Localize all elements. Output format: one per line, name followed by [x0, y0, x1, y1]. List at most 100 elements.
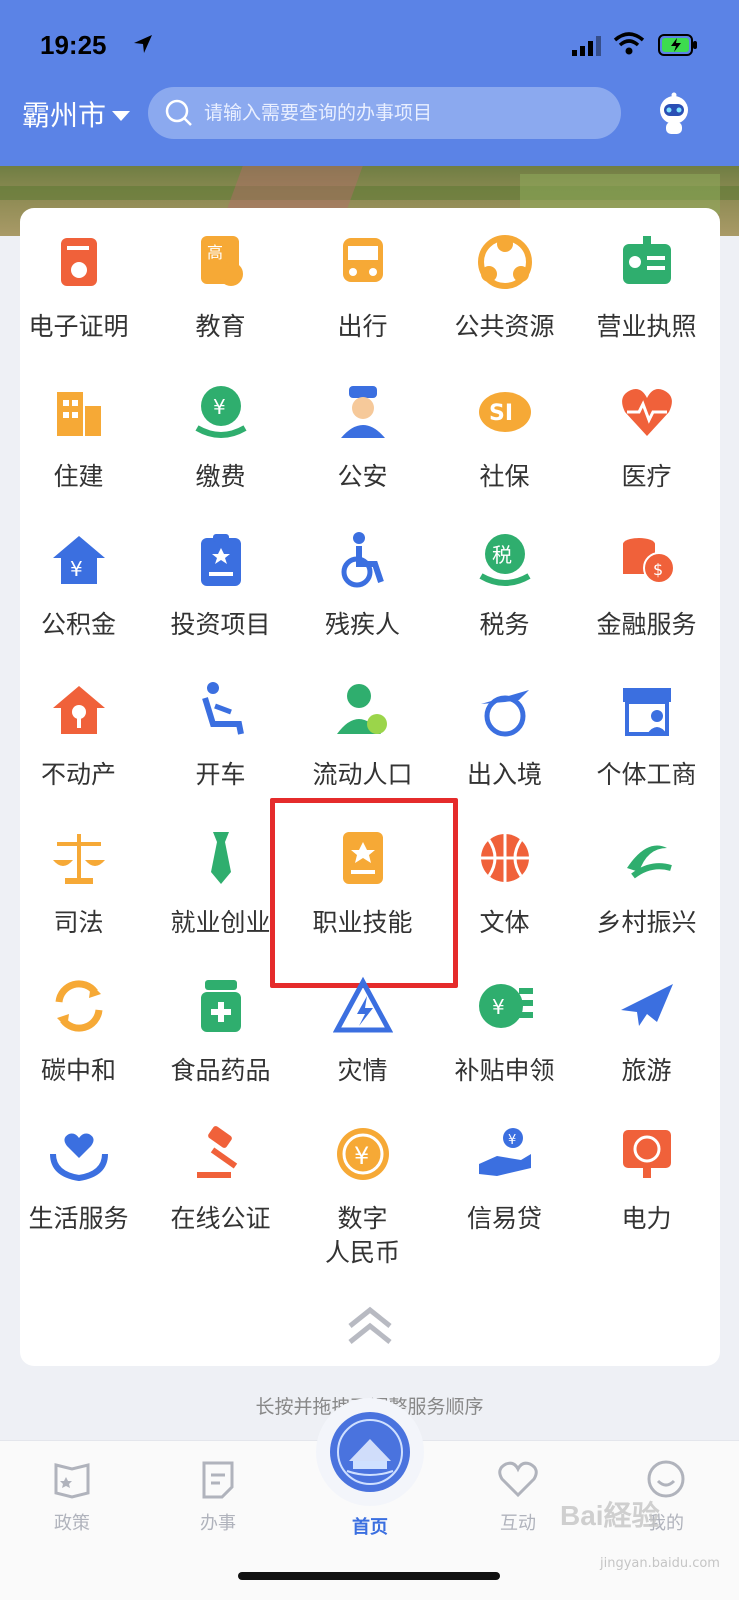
- service-label: 电力: [621, 1204, 672, 1233]
- business-license-icon: [622, 236, 671, 284]
- care-icon: [49, 1133, 108, 1182]
- education-icon: 高: [200, 236, 243, 286]
- service-heart-pulse[interactable]: 医疗: [574, 382, 719, 494]
- home-indicator: [238, 1572, 500, 1580]
- service-education[interactable]: 高教育: [148, 232, 293, 344]
- city-selector[interactable]: 霸州市: [22, 94, 131, 134]
- service-label: 文体: [479, 908, 530, 937]
- chevron-down-icon: [112, 111, 131, 121]
- service-label: 出入境: [466, 760, 542, 789]
- service-tax[interactable]: 税税务: [432, 530, 577, 642]
- heart-icon: [498, 1461, 538, 1498]
- service-social-security[interactable]: SI 社保: [432, 382, 577, 494]
- scales-icon: [52, 834, 105, 884]
- service-plane[interactable]: 旅游: [574, 976, 719, 1088]
- service-tie[interactable]: 就业创业: [148, 828, 293, 940]
- service-label: 职业技能: [312, 908, 413, 937]
- service-label: 乡村振兴: [596, 908, 697, 937]
- service-basketball[interactable]: 文体: [432, 828, 577, 940]
- basketball-icon: [480, 834, 529, 882]
- service-medicine[interactable]: 食品药品: [148, 976, 293, 1088]
- service-care[interactable]: 生活服务: [6, 1124, 151, 1236]
- tab-affairs[interactable]: 办事: [158, 1457, 278, 1535]
- certificate-icon: [60, 238, 97, 286]
- service-label: 补贴申领: [454, 1056, 555, 1085]
- service-loan[interactable]: ¥ 信易贷: [432, 1124, 577, 1236]
- service-certificate[interactable]: 电子证明: [6, 232, 151, 344]
- payment-icon: ¥: [194, 386, 247, 438]
- service-scales[interactable]: 司法: [6, 828, 151, 940]
- search-input[interactable]: [204, 102, 604, 124]
- status-time: 19:25: [40, 30, 107, 60]
- medicine-icon: [200, 980, 241, 1032]
- service-business-license[interactable]: 营业执照: [574, 232, 719, 344]
- policy-icon: [54, 1463, 90, 1499]
- wheelchair-icon: [341, 532, 384, 588]
- service-label: 数字 人民币: [324, 1204, 400, 1267]
- building-icon: [56, 392, 101, 436]
- service-label: 营业执照: [596, 312, 697, 341]
- service-label: 税务: [479, 610, 530, 639]
- tab-home[interactable]: 首页: [310, 1505, 430, 1539]
- service-subsidy[interactable]: ¥ 补贴申领: [432, 976, 577, 1088]
- service-share-resource[interactable]: 公共资源: [432, 232, 577, 344]
- watermark-logo: Bai経验: [560, 1500, 660, 1531]
- service-police[interactable]: 公安: [290, 382, 435, 494]
- search-icon: [165, 99, 192, 126]
- service-rural[interactable]: 乡村振兴: [574, 828, 719, 940]
- service-label: 公共资源: [454, 312, 555, 341]
- airplane-globe-icon: [480, 690, 529, 737]
- home-emblem-icon: [337, 1419, 403, 1485]
- service-yuan-coin[interactable]: ¥ 数字 人民币: [290, 1124, 435, 1270]
- real-estate-icon: [52, 686, 105, 734]
- share-resource-icon: [477, 235, 532, 289]
- service-housing-fund[interactable]: ¥ 公积金: [6, 530, 151, 642]
- collapse-up-icon[interactable]: [347, 1306, 393, 1346]
- svg-text:¥: ¥: [508, 1133, 516, 1148]
- svg-text:税: 税: [492, 543, 512, 567]
- service-label: 社保: [479, 462, 530, 491]
- service-power[interactable]: 电力: [574, 1124, 719, 1236]
- city-name: 霸州市: [22, 99, 107, 132]
- investment-icon: [200, 534, 241, 586]
- bus-icon: [342, 238, 383, 282]
- svg-text:¥: ¥: [213, 395, 226, 419]
- battery-icon: [658, 34, 697, 56]
- robot-assistant-icon[interactable]: [652, 92, 696, 136]
- rural-icon: [626, 845, 672, 879]
- service-recycle[interactable]: 碳中和: [6, 976, 151, 1088]
- yuan-coin-icon: ¥: [336, 1128, 389, 1180]
- service-label: 食品药品: [170, 1056, 271, 1085]
- service-airplane-globe[interactable]: 出入境: [432, 680, 577, 792]
- service-disaster[interactable]: 灾情: [290, 976, 435, 1088]
- service-building[interactable]: 住建: [6, 382, 151, 494]
- service-label: 出行: [337, 312, 388, 341]
- tax-icon: 税: [478, 534, 531, 586]
- service-shop[interactable]: 个体工商: [574, 680, 719, 792]
- service-label: 司法: [53, 908, 104, 937]
- power-icon: [622, 1130, 671, 1178]
- plane-icon: [620, 984, 673, 1026]
- skill-badge-icon: [342, 832, 383, 884]
- top-bar: 19:25 霸州市: [0, 0, 739, 166]
- service-coins[interactable]: $ 金融服务: [574, 530, 719, 642]
- service-gavel[interactable]: 在线公证: [148, 1124, 293, 1236]
- service-label: 缴费: [195, 462, 246, 491]
- service-label: 金融服务: [596, 610, 697, 639]
- tab-policy[interactable]: 政策: [12, 1457, 132, 1535]
- recycle-icon: [55, 980, 102, 1032]
- service-real-estate[interactable]: 不动产: [6, 680, 151, 792]
- home-button[interactable]: [316, 1398, 424, 1506]
- svg-text:高: 高: [207, 243, 223, 262]
- service-skill-badge[interactable]: 职业技能: [290, 828, 435, 940]
- service-investment[interactable]: 投资项目: [148, 530, 293, 642]
- service-driver[interactable]: 开车: [148, 680, 293, 792]
- service-migrant[interactable]: 流动人口: [290, 680, 435, 792]
- social-security-icon: SI: [478, 392, 531, 432]
- service-bus[interactable]: 出行: [290, 232, 435, 344]
- search-bar[interactable]: [148, 87, 621, 139]
- svg-text:¥: ¥: [492, 995, 505, 1019]
- service-payment[interactable]: ¥ 缴费: [148, 382, 293, 494]
- service-wheelchair[interactable]: 残疾人: [290, 530, 435, 642]
- svg-text:¥: ¥: [354, 1142, 369, 1170]
